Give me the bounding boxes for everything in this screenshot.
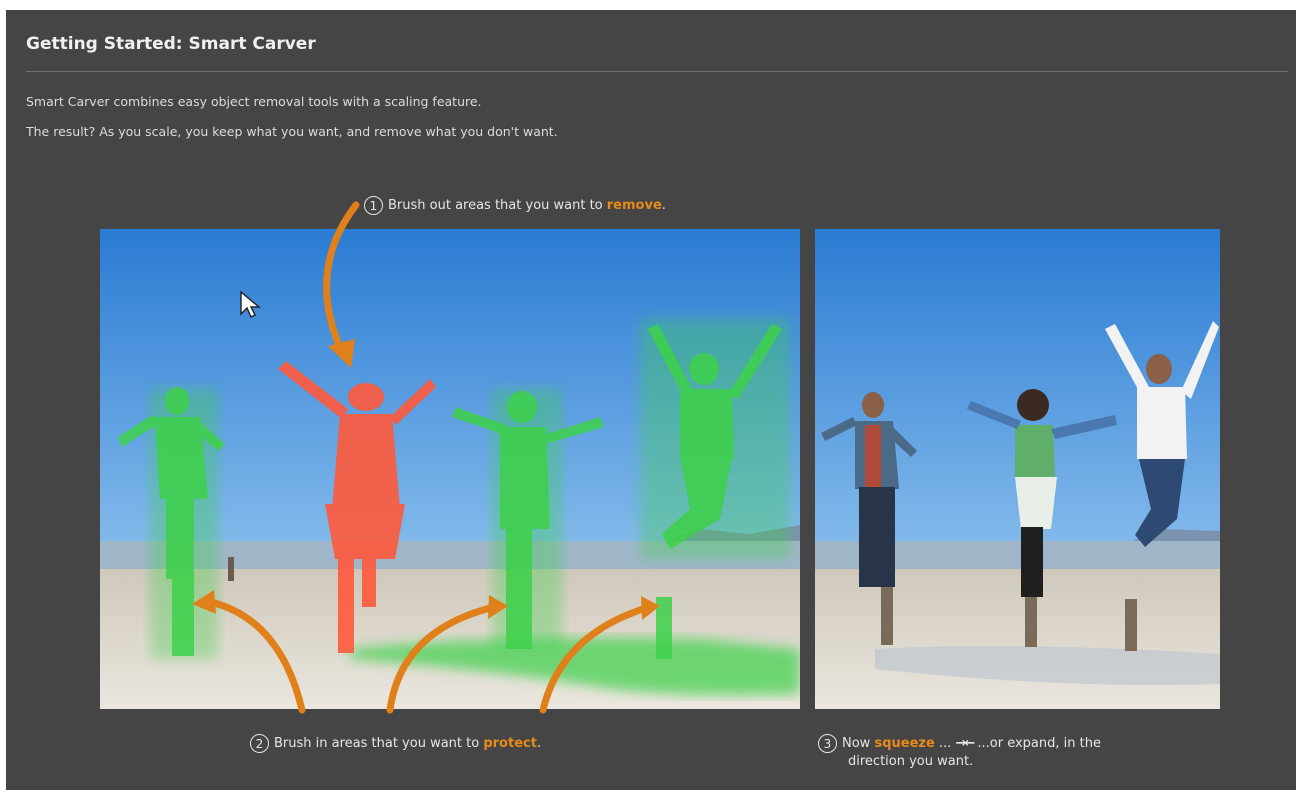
step-1-highlight: remove — [606, 198, 662, 213]
title-divider — [26, 71, 1288, 72]
step-2-caption: 2 Brush in areas that you want to protect… — [250, 734, 541, 753]
step-3-text-before: Now — [842, 736, 875, 751]
post — [881, 581, 893, 645]
squeeze-arrows-icon: →← — [955, 736, 975, 751]
mouse-cursor-icon — [240, 290, 261, 318]
after-photo — [815, 229, 1220, 709]
step-3-number: 3 — [818, 734, 837, 753]
intro-line-2: The result? As you scale, you keep what … — [26, 124, 558, 139]
step-3-highlight: squeeze — [874, 736, 935, 751]
before-photo — [100, 229, 800, 709]
step-2-number: 2 — [250, 734, 269, 753]
step-3-line-2: direction you want. — [848, 754, 974, 769]
step-1-caption: 1 Brush out areas that you want to remove… — [364, 196, 666, 215]
intro-line-1: Smart Carver combines easy object remova… — [26, 94, 482, 109]
post — [1125, 599, 1137, 651]
post — [228, 557, 234, 581]
step-3-text-after-2: ...or expand, in the — [973, 736, 1101, 751]
post — [1025, 597, 1037, 647]
step-1-text: Brush out areas that you want to — [388, 198, 607, 213]
step-1-suffix: . — [661, 198, 666, 213]
step-2-text: Brush in areas that you want to — [274, 736, 484, 751]
page-title: Getting Started: Smart Carver — [26, 34, 316, 54]
step-2-highlight: protect — [483, 736, 537, 751]
step-3-caption: 3 Now squeeze ... →← ...or expand, in the… — [818, 734, 1101, 771]
getting-started-panel: Getting Started: Smart Carver Smart Carv… — [6, 10, 1296, 790]
step-1-number: 1 — [364, 196, 383, 215]
step-3-text-after: ... — [934, 736, 956, 751]
beach — [815, 569, 1220, 709]
step-2-suffix: . — [536, 736, 542, 751]
